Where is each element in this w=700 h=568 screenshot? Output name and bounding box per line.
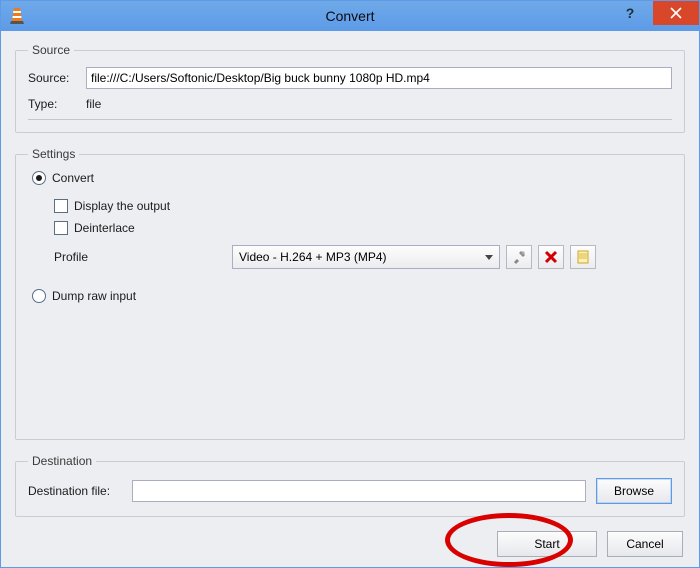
source-input[interactable] [86, 67, 672, 89]
window-buttons: ? [607, 1, 699, 31]
destination-file-label: Destination file: [28, 484, 132, 498]
deinterlace-checkbox[interactable] [54, 221, 68, 235]
delete-profile-button[interactable] [538, 245, 564, 269]
type-value: file [86, 97, 101, 111]
client-area: Source Source: Type: file Settings Conve… [1, 31, 699, 567]
convert-dialog: Convert ? Source Source: Type: file Sett… [0, 0, 700, 568]
dump-radio-label: Dump raw input [52, 289, 136, 303]
destination-file-input[interactable] [132, 480, 586, 502]
settings-group: Settings Convert Display the output Dein… [15, 147, 685, 440]
display-output-checkbox[interactable] [54, 199, 68, 213]
tools-icon [511, 249, 527, 265]
start-button[interactable]: Start [497, 531, 597, 557]
deinterlace-label: Deinterlace [74, 221, 135, 235]
dialog-footer: Start Cancel [15, 527, 685, 557]
new-profile-button[interactable] [570, 245, 596, 269]
type-label: Type: [28, 97, 86, 111]
dump-radio[interactable] [32, 289, 46, 303]
titlebar: Convert ? [1, 1, 699, 31]
destination-legend: Destination [28, 454, 96, 468]
source-group: Source Source: Type: file [15, 43, 685, 133]
convert-radio[interactable] [32, 171, 46, 185]
source-label: Source: [28, 71, 86, 85]
edit-profile-button[interactable] [506, 245, 532, 269]
profile-label: Profile [32, 250, 232, 264]
destination-group: Destination Destination file: Browse [15, 454, 685, 517]
browse-button[interactable]: Browse [596, 478, 672, 504]
help-button[interactable]: ? [607, 1, 653, 25]
settings-legend: Settings [28, 147, 79, 161]
convert-radio-label: Convert [52, 171, 94, 185]
profile-selected-value: Video - H.264 + MP3 (MP4) [239, 250, 387, 264]
x-icon [544, 250, 558, 264]
new-document-icon [576, 250, 590, 264]
close-button[interactable] [653, 1, 699, 25]
vlc-icon [7, 6, 27, 26]
chevron-down-icon [485, 255, 493, 260]
source-legend: Source [28, 43, 74, 57]
window-title: Convert [1, 8, 699, 24]
display-output-label: Display the output [74, 199, 170, 213]
profile-select[interactable]: Video - H.264 + MP3 (MP4) [232, 245, 500, 269]
source-divider [28, 119, 672, 120]
cancel-button[interactable]: Cancel [607, 531, 683, 557]
